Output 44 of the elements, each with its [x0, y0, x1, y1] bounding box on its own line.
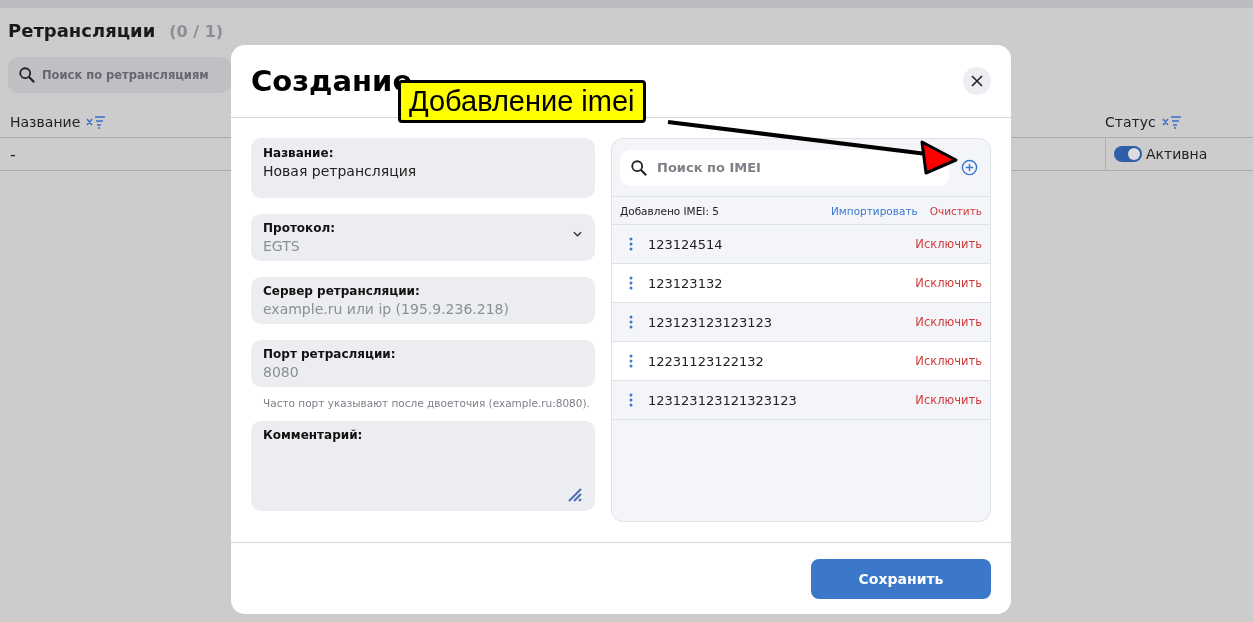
more-icon[interactable]: [629, 237, 633, 251]
status-toggle[interactable]: [1114, 146, 1142, 162]
sort-icon[interactable]: [1161, 115, 1182, 129]
hint-text: Часто порт указывают после двоеточия (example.ru:8080).: [262, 397, 591, 409]
imei-value: 123123123121323123: [648, 392, 798, 408]
status-label: Активна: [1146, 146, 1208, 162]
form-field[interactable]: Протокол: EGTS: [251, 214, 595, 261]
chevron-icon: [573, 231, 582, 237]
exclude-link[interactable]: Исключить: [915, 237, 982, 251]
page-title: Ретрансляции: [8, 20, 156, 41]
imei-count: Добавлено IMEI: 5: [620, 204, 719, 217]
close-button[interactable]: [963, 67, 991, 95]
form-field[interactable]: Порт ретрасляции: 8080: [251, 340, 595, 387]
annotation-label: Добавление imei: [398, 80, 646, 123]
page-count: (0 / 1): [169, 22, 224, 41]
imei-value: 123123123123123: [648, 314, 774, 330]
more-icon[interactable]: [629, 354, 633, 368]
search-field[interactable]: Поиск по ретрансляциям: [8, 57, 231, 93]
more-icon[interactable]: [629, 276, 633, 290]
exclude-link[interactable]: Исключить: [915, 393, 982, 407]
exclude-link[interactable]: Исключить: [915, 354, 982, 368]
form-field[interactable]: Название: Новая ретрансляция: [251, 138, 595, 198]
clear-link[interactable]: Очистить: [929, 204, 982, 217]
search-icon: [18, 66, 36, 84]
search-input[interactable]: Поиск по ретрансляциям: [42, 57, 231, 93]
search-icon: [630, 158, 648, 177]
column-header[interactable]: Название: [10, 114, 81, 130]
column-header[interactable]: Статус: [1105, 114, 1156, 130]
more-icon[interactable]: [629, 315, 633, 329]
import-link[interactable]: Импортировать: [831, 204, 918, 217]
imei-value: 123124514: [648, 236, 724, 252]
exclude-link[interactable]: Исключить: [915, 315, 982, 329]
sort-icon[interactable]: [86, 115, 107, 129]
table-cell: -: [10, 144, 16, 164]
exclude-link[interactable]: Исключить: [915, 276, 982, 290]
form-field[interactable]: Комментарий:: [251, 421, 595, 511]
more-icon[interactable]: [629, 393, 633, 407]
form-field[interactable]: Сервер ретрансляции: example.ru или ip (195.9.236.218): [251, 277, 595, 324]
imei-value: 123123132: [648, 275, 724, 291]
resize-icon[interactable]: [567, 487, 583, 503]
add-icon[interactable]: [961, 159, 978, 176]
imei-value: 12231123122132: [648, 353, 765, 369]
close-icon: [971, 75, 983, 87]
save-button[interactable]: Сохранить: [811, 558, 991, 599]
